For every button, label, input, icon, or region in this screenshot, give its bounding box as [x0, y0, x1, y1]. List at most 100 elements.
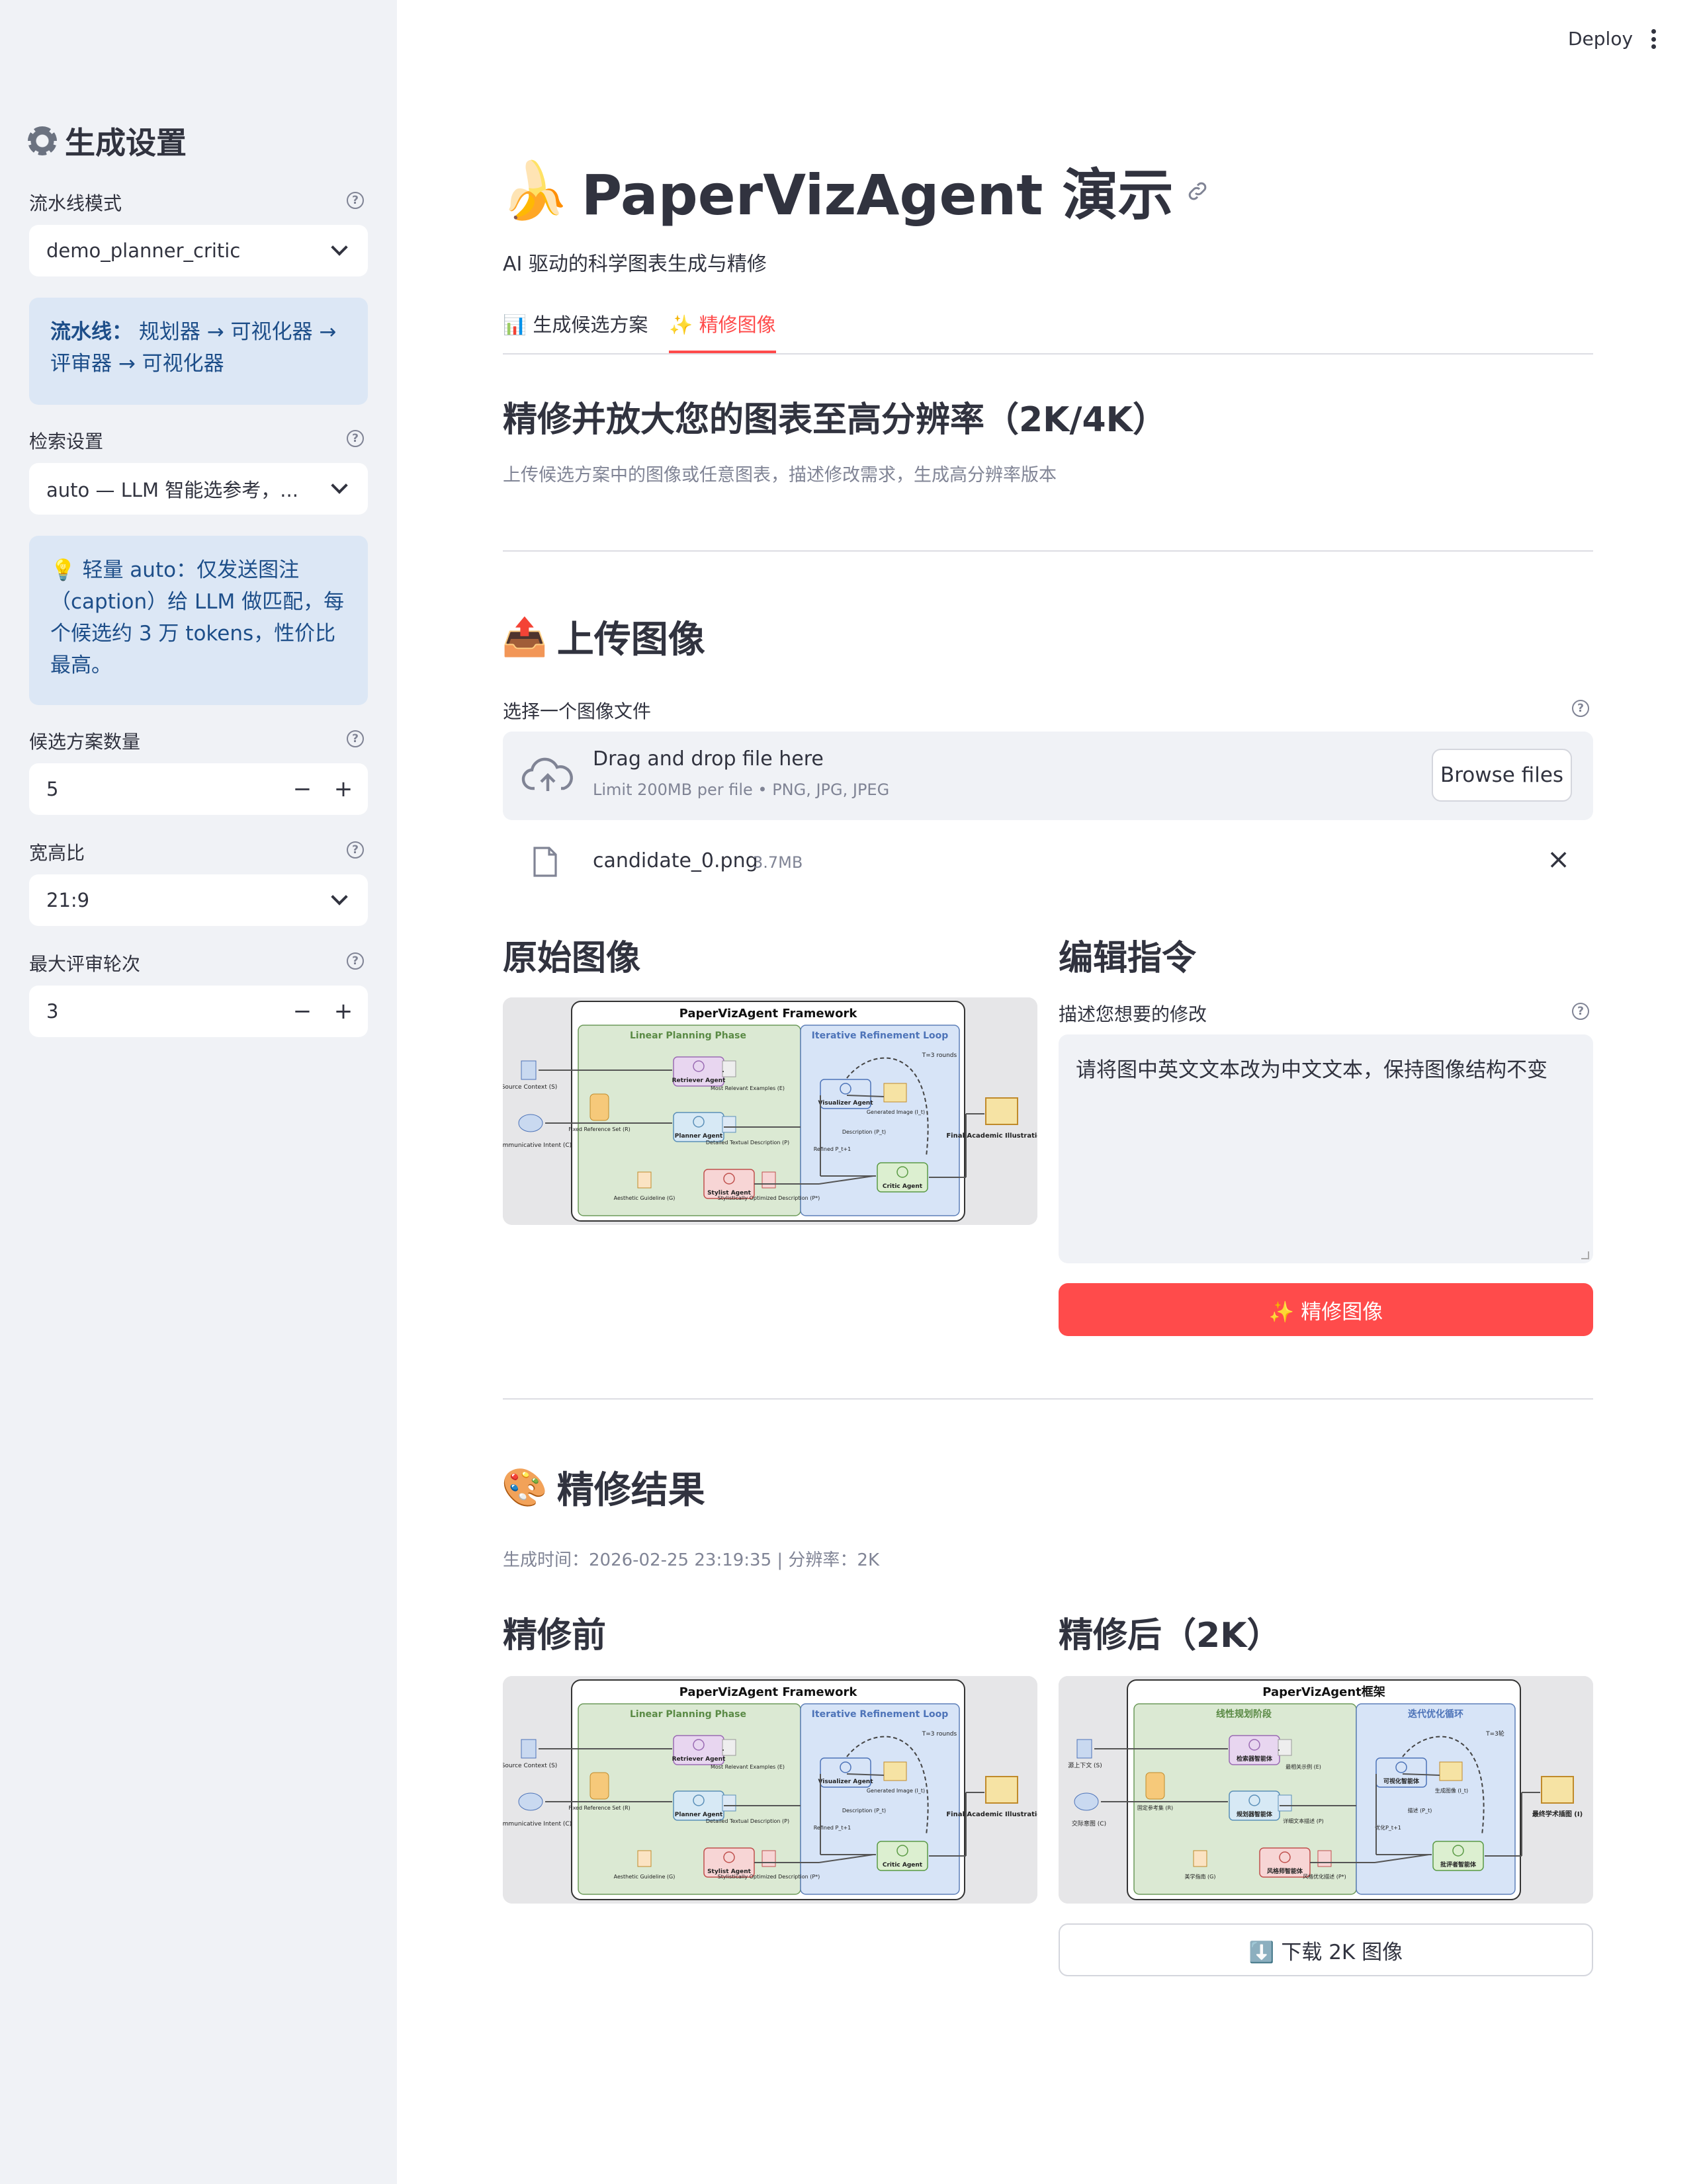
- download-button[interactable]: ⬇️ 下载 2K 图像: [1059, 1923, 1593, 1976]
- file-dropzone[interactable]: Drag and drop file here Limit 200MB per …: [503, 732, 1593, 820]
- aspect-ratio-label: 宽高比: [29, 842, 85, 864]
- refined-label: Refined P_t+1: [814, 1146, 851, 1152]
- final-image-icon: [1541, 1776, 1574, 1804]
- chevron-down-icon: [331, 888, 348, 905]
- retrieval-select[interactable]: auto — LLM 智能选参考，...: [29, 463, 368, 515]
- speech-bubble-icon: [1074, 1792, 1099, 1811]
- increment-button[interactable]: +: [323, 776, 364, 802]
- upload-heading: 📤 上传图像: [501, 610, 705, 663]
- help-icon[interactable]: ?: [1572, 700, 1589, 717]
- document-icon: [521, 1060, 537, 1080]
- optimized-label: Stylistically Optimized Description (P*): [718, 1874, 820, 1880]
- pipeline-info-prefix: 流水线：: [50, 320, 132, 344]
- database-icon: [589, 1093, 609, 1121]
- increment-button[interactable]: +: [323, 998, 364, 1025]
- source-label: Source Context (S): [503, 1084, 557, 1091]
- uploaded-file-row: candidate_0.png 3.7MB ×: [503, 835, 1593, 892]
- diagram-title: PaperVizAgent Framework: [679, 1685, 858, 1699]
- before-heading: 精修前: [503, 1616, 607, 1656]
- phase1-label: Linear Planning Phase: [630, 1030, 746, 1041]
- main-menu-icon[interactable]: [1650, 29, 1657, 49]
- description-label: 描述 (P_t): [1408, 1807, 1432, 1814]
- browse-files-button[interactable]: Browse files: [1432, 749, 1572, 802]
- tab-generate[interactable]: 📊 生成候选方案: [503, 310, 648, 353]
- decrement-button[interactable]: −: [282, 998, 323, 1025]
- generated-image-label: 生成图像 (I_t): [1435, 1787, 1468, 1794]
- help-icon[interactable]: ?: [347, 730, 364, 747]
- guideline-icon: [1193, 1850, 1207, 1867]
- phase2-label: Iterative Refinement Loop: [812, 1030, 949, 1041]
- optimized-label: Stylistically Optimized Description (P*): [718, 1195, 820, 1201]
- link-icon[interactable]: [1186, 179, 1209, 203]
- banana-icon: 🍌: [500, 158, 570, 223]
- close-icon[interactable]: ×: [1547, 843, 1570, 875]
- help-icon[interactable]: ?: [347, 430, 364, 447]
- final-image-icon: [985, 1097, 1018, 1125]
- page-title-text: PaperVizAgent 演示: [581, 163, 1174, 228]
- before-image: PaperVizAgent Framework Linear Planning P…: [503, 1676, 1037, 1904]
- file-label: 选择一个图像文件: [503, 700, 652, 722]
- candidates-stepper[interactable]: 5 − +: [29, 763, 368, 815]
- tab-refine[interactable]: ✨ 精修图像: [669, 310, 776, 353]
- detailed-description-label: 详细文本描述 (P): [1283, 1818, 1324, 1824]
- optimized-label: 风格优化描述 (P*): [1303, 1873, 1346, 1880]
- database-icon: [589, 1772, 609, 1800]
- final-illustration-label: Final Academic Illustration (I): [946, 1132, 1037, 1140]
- intent-label: Communicative Intent (C): [503, 1142, 572, 1149]
- phase2-label: 迭代优化循环: [1408, 1708, 1463, 1720]
- sidebar: 生成设置 流水线模式 ? demo_planner_critic 流水线： 规划…: [0, 0, 397, 2184]
- framework-diagram: PaperVizAgent Framework Linear Planning P…: [503, 1676, 1037, 1904]
- critic-agent-label: Critic Agent: [883, 1183, 923, 1190]
- phase1-label: Linear Planning Phase: [630, 1709, 746, 1720]
- rounds-label: T=3轮: [1485, 1730, 1504, 1738]
- examples-label: 最相关示例 (E): [1285, 1763, 1321, 1770]
- max-rounds-value[interactable]: 3: [46, 1000, 282, 1023]
- result-heading: 🎨 精修结果: [501, 1460, 705, 1514]
- document-icon: [521, 1739, 537, 1759]
- generated-image-icon: [883, 1761, 907, 1781]
- sidebar-title: 生成设置: [28, 119, 187, 163]
- original-image: PaperVizAgent Framework Linear Planning P…: [503, 997, 1037, 1225]
- planner-agent-label: Planner Agent: [675, 1812, 723, 1818]
- refined-label: Refined P_t+1: [814, 1825, 851, 1831]
- source-label: 源上下文 (S): [1068, 1761, 1102, 1769]
- generated-image-label: Generated Image (I_t): [867, 1788, 925, 1794]
- palette-icon: 🎨: [501, 1466, 548, 1509]
- framework-diagram: PaperVizAgent框架线性规划阶段 迭代优化循环检索器智能体规划器智能体风…: [1059, 1676, 1593, 1904]
- file-name: candidate_0.png: [593, 849, 758, 872]
- edit-label: 描述您想要的修改: [1059, 1003, 1207, 1025]
- database-icon: [1145, 1772, 1165, 1800]
- help-icon[interactable]: ?: [347, 192, 364, 209]
- aesthetic-label: Aesthetic Guideline (G): [614, 1195, 675, 1201]
- help-icon[interactable]: ?: [347, 952, 364, 970]
- max-rounds-label: 最大评审轮次: [29, 953, 141, 975]
- tab-divider: [503, 353, 1593, 355]
- fixed-reference-label: 固定参考集 (R): [1137, 1804, 1173, 1811]
- aspect-ratio-select[interactable]: 21:9: [29, 874, 368, 926]
- refine-caption: 上传候选方案中的图像或任意图表，描述修改需求，生成高分辨率版本: [503, 465, 1057, 485]
- final-illustration-label: Final Academic Illustration (I): [946, 1811, 1037, 1818]
- final-illustration-label: 最终学术插图 (I): [1532, 1810, 1583, 1818]
- candidates-label: 候选方案数量: [29, 731, 141, 753]
- refine-heading: 精修并放大您的图表至高分辨率（2K/4K）: [503, 400, 1167, 440]
- max-rounds-stepper[interactable]: 3 − +: [29, 986, 368, 1037]
- deploy-button[interactable]: Deploy: [1568, 28, 1633, 50]
- help-icon[interactable]: ?: [1572, 1003, 1589, 1020]
- planner-agent-label: Planner Agent: [675, 1133, 723, 1140]
- examples-label: Most Relevant Examples (E): [711, 1085, 785, 1091]
- optimized-icon: [1317, 1850, 1332, 1867]
- candidates-value[interactable]: 5: [46, 778, 282, 800]
- fixed-reference-label: Fixed Reference Set (R): [568, 1126, 631, 1132]
- result-heading-text: 精修结果: [556, 1469, 705, 1512]
- pipeline-info-box: 流水线： 规划器 → 可视化器 → 评审器 → 可视化器: [29, 298, 368, 405]
- pipeline-mode-select[interactable]: demo_planner_critic: [29, 225, 368, 276]
- section-divider: [503, 1398, 1593, 1400]
- retrieval-value: auto — LLM 智能选参考，...: [46, 479, 298, 501]
- resize-handle-icon[interactable]: [1581, 1251, 1589, 1259]
- edit-instruction-textarea[interactable]: 请将图中英文文本改为中文文本，保持图像结构不变: [1059, 1034, 1593, 1263]
- help-icon[interactable]: ?: [347, 841, 364, 859]
- speech-bubble-icon: [518, 1792, 543, 1811]
- refine-image-button[interactable]: ✨ 精修图像: [1059, 1283, 1593, 1336]
- decrement-button[interactable]: −: [282, 776, 323, 802]
- outbox-tray-icon: 📤: [501, 615, 548, 659]
